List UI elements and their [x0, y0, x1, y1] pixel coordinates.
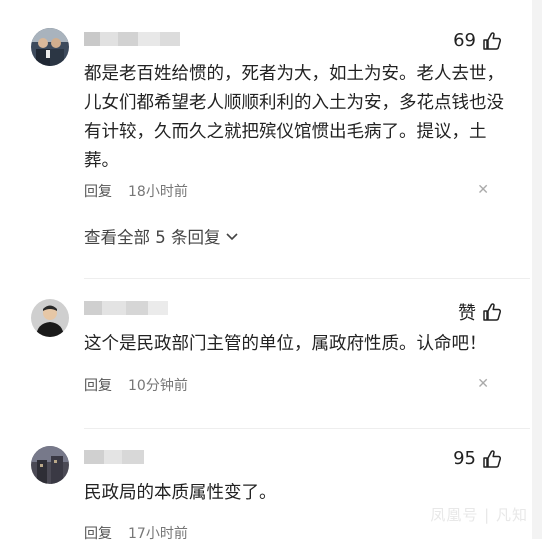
timestamp: 17小时前: [128, 526, 188, 542]
reply-button[interactable]: 回复: [84, 375, 112, 395]
comment-meta: 回复 18小时前: [84, 181, 188, 201]
divider: [84, 428, 530, 429]
view-all-replies-label: 查看全部 5 条回复: [84, 228, 221, 247]
like-count[interactable]: 95: [453, 448, 502, 469]
like-count-value: 69: [453, 30, 476, 51]
watermark: 凤凰号 | 凡知: [430, 506, 528, 524]
view-all-replies-button[interactable]: 查看全部 5 条回复: [84, 224, 239, 248]
chevron-down-icon: [225, 233, 238, 241]
like-count-value: 95: [453, 448, 476, 469]
like-count[interactable]: 赞: [458, 299, 502, 325]
reply-button[interactable]: 回复: [84, 181, 112, 201]
username-redacted[interactable]: [84, 450, 144, 464]
scrollbar-track[interactable]: [532, 0, 542, 539]
thumbs-up-icon[interactable]: [482, 302, 502, 322]
thumbs-up-icon[interactable]: [482, 449, 502, 469]
comment-meta: 回复 10分钟前: [84, 375, 188, 395]
username-redacted[interactable]: [84, 301, 168, 315]
comment-text: 都是老百姓给惯的，死者为大，如土为安。老人去世，儿女们都希望老人顺顺利利的入土为…: [84, 64, 504, 171]
comment-text: 这个是民政部门主管的单位，属政府性质。认命吧！: [84, 334, 487, 354]
divider: [84, 278, 530, 279]
comment-meta: 回复 17小时前: [84, 523, 188, 543]
avatar[interactable]: [31, 446, 69, 484]
like-count-value: 赞: [458, 303, 476, 324]
thumbs-up-icon[interactable]: [482, 31, 502, 51]
close-x-icon[interactable]: ✕: [477, 182, 489, 198]
like-count[interactable]: 69: [453, 30, 502, 51]
comment-item: 95 民政局的本质属性变了。 回复 17小时前: [0, 446, 532, 542]
avatar[interactable]: [31, 299, 69, 337]
timestamp: 18小时前: [128, 184, 188, 200]
reply-button[interactable]: 回复: [84, 523, 112, 543]
close-x-icon[interactable]: ✕: [477, 376, 489, 392]
comment-item: 69 都是老百姓给惯的，死者为大，如土为安。老人去世，儿女们都希望老人顺顺利利的…: [0, 28, 532, 258]
timestamp: 10分钟前: [128, 378, 188, 394]
avatar[interactable]: [31, 28, 69, 66]
comment-item: 赞 这个是民政部门主管的单位，属政府性质。认命吧！ 回复 10分钟前 ✕: [0, 297, 532, 407]
username-redacted[interactable]: [84, 32, 180, 46]
